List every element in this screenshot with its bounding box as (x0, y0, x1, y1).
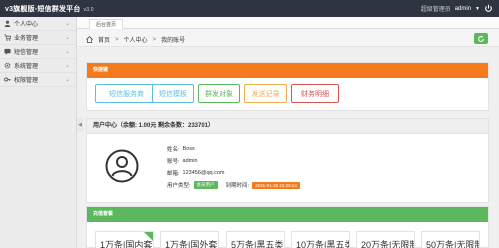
user-center-panel: 用户中心（余额: 1.00元 剩余条数：233701） 姓名: Boss 账号:… (86, 118, 489, 203)
quick-button-label: 短信服务商 (109, 90, 144, 98)
sidebar-item-profile[interactable]: 个人中心 ⌄ (0, 17, 76, 31)
package-label: 5万条|黑五类 (231, 240, 284, 248)
collapse-handle[interactable]: ◀ (77, 118, 83, 132)
panel-title: 用户中心（余额: 1.00元 剩余条数：233701） (87, 119, 488, 134)
caret-down-icon[interactable]: ▼ (475, 6, 480, 12)
breadcrumb: 首页 > 个人中心 > 我的账号 (86, 35, 185, 44)
breadcrumb-separator: > (152, 36, 157, 43)
quick-links-panel: 快捷键 短信服务商 短信模板 群发对象 发送记录 财务明细 (86, 62, 489, 111)
name-value: Boss (182, 146, 195, 152)
cart-icon (4, 34, 11, 41)
user-role: 超级管理员 (420, 7, 451, 13)
gear-icon (4, 62, 11, 69)
package-label: 10万条|黑五类 (296, 240, 350, 248)
sidebar-item-label: 业务管理 (14, 36, 39, 42)
refresh-icon (478, 35, 484, 42)
breadcrumb-separator: > (115, 36, 119, 43)
app-title-text: v3旗舰版-短信群发平台 (5, 6, 81, 13)
recharge-packages-panel: 充值套餐 1万条|国内套 1万条|国外套 5万条|黑五类 10万条|黑五类 20… (86, 206, 489, 248)
info-type: 用户类型: 会员用户 到期时间: 2031-01-25 23:29:24 (167, 181, 300, 189)
package-label: 1万条|国内套 (100, 240, 153, 248)
refresh-button[interactable] (474, 33, 488, 44)
chevron-down-icon: ⌄ (64, 63, 70, 69)
tab-dashboard[interactable]: 后台首页 (89, 19, 124, 29)
message-icon (4, 48, 11, 55)
quick-button-send-records[interactable]: 发送记录 (244, 84, 287, 103)
key-icon (4, 76, 11, 83)
package-card[interactable]: 5万条|黑五类 (226, 231, 285, 248)
sidebar-item-sms[interactable]: 短信管理 ⌄ (0, 45, 76, 59)
username[interactable]: admin (455, 6, 471, 12)
quick-button-sms-provider[interactable]: 短信服务商 (95, 84, 158, 103)
breadcrumb-section[interactable]: 个人中心 (124, 35, 148, 44)
package-card[interactable]: 50万条|无限制 (421, 231, 480, 248)
expire-badge: 2031-01-25 23:29:24 (252, 181, 300, 189)
chevron-down-icon: ⌄ (64, 35, 70, 41)
account-label: 账号: (167, 159, 180, 165)
avatar (105, 149, 139, 183)
tab-strip: 后台首页 (77, 17, 499, 29)
package-card[interactable]: 1万条|国内套 (95, 231, 154, 248)
breadcrumb-bar: 首页 > 个人中心 > 我的账号 (77, 30, 499, 47)
corner-ribbon (144, 232, 153, 241)
info-email: 邮箱: 123456@qq.com (167, 169, 225, 177)
name-label: 姓名: (167, 147, 180, 153)
app-title[interactable]: v3旗舰版-短信群发平台 v3.0 (5, 4, 94, 14)
package-label: 20万条|无限制 (361, 240, 415, 248)
sidebar-item-label: 个人中心 (14, 22, 39, 28)
email-value: 123456@qq.com (182, 170, 225, 176)
info-account: 账号: admin (167, 157, 198, 165)
power-icon[interactable] (484, 4, 493, 13)
sidebar-item-label: 权限管理 (14, 78, 39, 84)
expire-label: 到期时间: (225, 183, 250, 189)
quick-button-label: 发送记录 (251, 90, 280, 98)
user-type-badge: 会员用户 (193, 181, 218, 189)
quick-button-label: 短信模板 (159, 90, 187, 98)
app-version: v3.0 (83, 7, 94, 13)
user-menu[interactable]: 超级管理员 admin ▼ (421, 4, 493, 13)
sidebar: 个人中心 ⌄ 业务管理 ⌄ 短信管理 ⌄ 系统管理 ⌄ 权限管理 ⌄ (0, 17, 77, 248)
package-card[interactable]: 20万条|无限制 (356, 231, 415, 248)
quick-button-sms-template[interactable]: 短信模板 (152, 84, 194, 103)
sidebar-item-label: 短信管理 (14, 50, 39, 56)
panel-title: 充值套餐 (87, 207, 488, 222)
quick-button-label: 群发对象 (205, 90, 233, 98)
info-name: 姓名: Boss (167, 145, 195, 153)
sidebar-item-permission[interactable]: 权限管理 ⌄ (0, 73, 76, 87)
email-label: 邮箱: (167, 171, 180, 177)
panel-title: 快捷键 (87, 63, 488, 78)
home-icon (86, 36, 93, 43)
sidebar-item-label: 系统管理 (14, 64, 39, 70)
user-type-label: 用户类型: (167, 183, 191, 189)
breadcrumb-home[interactable]: 首页 (98, 35, 110, 44)
package-card[interactable]: 1万条|国外套 (160, 231, 219, 248)
account-value: admin (182, 158, 198, 164)
package-label: 1万条|国外套 (165, 240, 218, 248)
breadcrumb-current: 我的账号 (161, 38, 186, 44)
chevron-down-icon: ⌄ (64, 21, 70, 27)
user-icon (4, 20, 11, 27)
top-navbar: v3旗舰版-短信群发平台 v3.0 超级管理员 admin ▼ (0, 0, 499, 17)
package-card[interactable]: 10万条|黑五类 (291, 231, 350, 248)
chevron-down-icon: ⌄ (64, 49, 70, 55)
quick-button-label: 财务明细 (301, 90, 329, 98)
package-label: 50万条|无限制 (426, 240, 480, 248)
quick-button-finance[interactable]: 财务明细 (291, 84, 339, 103)
sidebar-item-business[interactable]: 业务管理 ⌄ (0, 31, 76, 45)
quick-button-recipients[interactable]: 群发对象 (198, 84, 240, 103)
chevron-down-icon: ⌄ (64, 77, 70, 83)
sidebar-item-system[interactable]: 系统管理 ⌄ (0, 59, 76, 73)
